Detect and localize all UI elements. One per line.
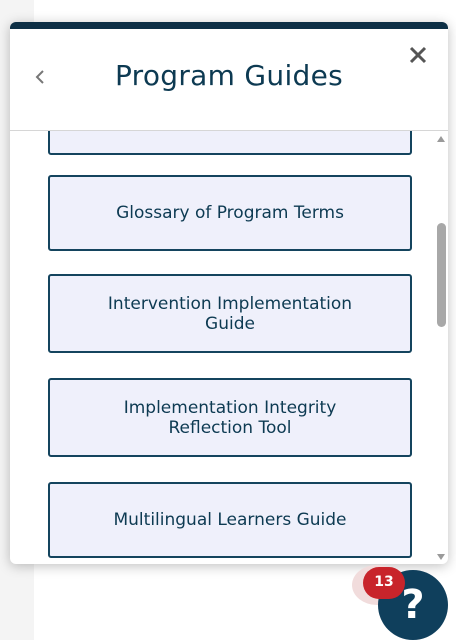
guide-label: Multilingual Learners Guide — [113, 510, 347, 530]
panel-title: Program Guides — [114, 59, 344, 92]
guide-button-integrity[interactable]: Implementation Integrity Reflection Tool — [48, 378, 412, 457]
guide-button-multilingual[interactable]: Multilingual Learners Guide — [48, 482, 412, 558]
notification-badge: 13 — [363, 567, 405, 599]
guide-button-intervention[interactable]: Intervention Implementation Guide — [48, 274, 412, 353]
question-mark-icon: ? — [401, 582, 425, 628]
close-button[interactable] — [406, 43, 430, 67]
scroll-up-arrow-icon[interactable] — [437, 136, 445, 142]
guide-label: Glossary of Program Terms — [116, 203, 344, 223]
guide-button-partial[interactable] — [48, 131, 412, 155]
panel-header: Program Guides — [10, 29, 448, 131]
guide-button-glossary[interactable]: Glossary of Program Terms — [48, 175, 412, 251]
guide-label: Intervention Implementation Guide — [107, 293, 353, 334]
scroll-down-arrow-icon[interactable] — [437, 554, 445, 560]
guide-label: Implementation Integrity Reflection Tool — [123, 397, 337, 438]
scroll-thumb[interactable] — [437, 223, 446, 327]
close-icon — [409, 46, 427, 64]
scrollbar[interactable] — [433, 131, 448, 564]
program-guides-panel: Program Guides Glossary of Program Terms… — [10, 22, 448, 564]
guides-list: Glossary of Program Terms Intervention I… — [10, 131, 448, 564]
